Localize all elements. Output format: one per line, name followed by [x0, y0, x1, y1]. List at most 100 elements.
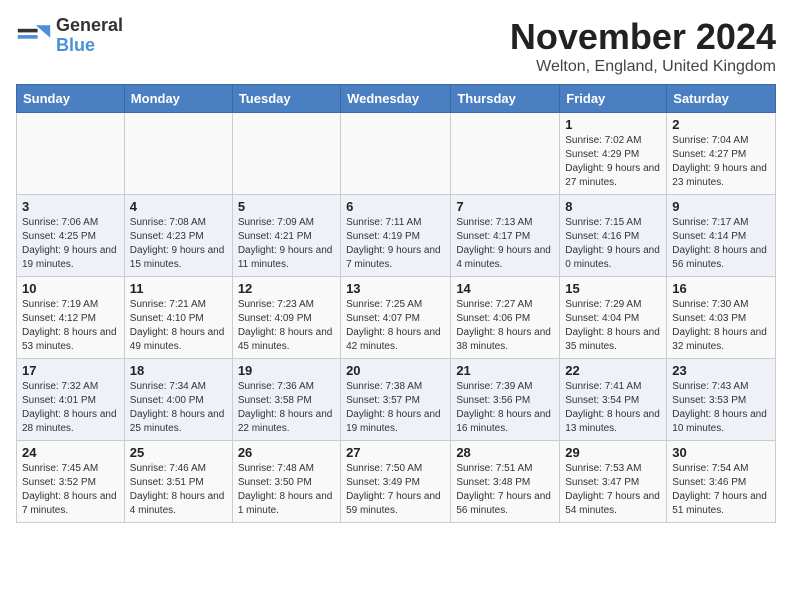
logo-text: General Blue [56, 16, 123, 56]
day-number: 18 [130, 363, 227, 378]
day-info: Sunrise: 7:06 AM Sunset: 4:25 PM Dayligh… [22, 216, 119, 272]
weekday-header-friday: Friday [560, 85, 667, 113]
calendar-cell: 30 Sunrise: 7:54 AM Sunset: 3:46 PM Dayli… [667, 441, 776, 523]
calendar-cell: 24Sunrise: 7:45 AM Sunset: 3:52 PM Dayli… [17, 441, 125, 523]
day-info: Sunrise: 7:17 AM Sunset: 4:14 PM Dayligh… [672, 216, 770, 272]
day-info: Sunrise: 7:08 AM Sunset: 4:23 PM Dayligh… [130, 216, 227, 272]
day-number: 11 [130, 281, 227, 296]
day-info: Sunrise: 7:19 AM Sunset: 4:12 PM Dayligh… [22, 298, 119, 354]
calendar-cell: 12 Sunrise: 7:23 AM Sunset: 4:09 PM Dayli… [232, 277, 340, 359]
calendar-cell: 26Sunrise: 7:48 AM Sunset: 3:50 PM Dayli… [232, 441, 340, 523]
day-number: 19 [238, 363, 335, 378]
calendar-cell: 11 Sunrise: 7:21 AM Sunset: 4:10 PM Dayli… [124, 277, 232, 359]
calendar-cell: 16 Sunrise: 7:30 AM Sunset: 4:03 PM Dayli… [667, 277, 776, 359]
day-number: 5 [238, 199, 335, 214]
day-number: 2 [672, 117, 770, 132]
weekday-header-monday: Monday [124, 85, 232, 113]
day-number: 29 [565, 445, 661, 460]
day-number: 3 [22, 199, 119, 214]
month-title: November 2024 [510, 16, 776, 58]
day-info: Sunrise: 7:38 AM Sunset: 3:57 PM Dayligh… [346, 380, 445, 436]
day-info: Sunrise: 7:53 AM Sunset: 3:47 PM Dayligh… [565, 462, 661, 518]
weekday-header-sunday: Sunday [17, 85, 125, 113]
calendar-cell: 9 Sunrise: 7:17 AM Sunset: 4:14 PM Daylig… [667, 195, 776, 277]
logo: General Blue [16, 16, 123, 56]
calendar-cell: 15 Sunrise: 7:29 AM Sunset: 4:04 PM Dayli… [560, 277, 667, 359]
calendar-table: SundayMondayTuesdayWednesdayThursdayFrid… [16, 84, 776, 523]
day-info: Sunrise: 7:34 AM Sunset: 4:00 PM Dayligh… [130, 380, 227, 436]
calendar-cell [341, 113, 451, 195]
day-number: 17 [22, 363, 119, 378]
day-number: 22 [565, 363, 661, 378]
calendar-cell: 21 Sunrise: 7:39 AM Sunset: 3:56 PM Dayli… [451, 359, 560, 441]
weekday-header-thursday: Thursday [451, 85, 560, 113]
day-info: Sunrise: 7:51 AM Sunset: 3:48 PM Dayligh… [456, 462, 554, 518]
day-info: Sunrise: 7:30 AM Sunset: 4:03 PM Dayligh… [672, 298, 770, 354]
day-number: 10 [22, 281, 119, 296]
calendar-cell: 7 Sunrise: 7:13 AM Sunset: 4:17 PM Daylig… [451, 195, 560, 277]
logo-icon [16, 18, 52, 54]
calendar-cell: 5 Sunrise: 7:09 AM Sunset: 4:21 PM Daylig… [232, 195, 340, 277]
day-info: Sunrise: 7:27 AM Sunset: 4:06 PM Dayligh… [456, 298, 554, 354]
calendar-cell [232, 113, 340, 195]
calendar-cell: 27 Sunrise: 7:50 AM Sunset: 3:49 PM Dayli… [341, 441, 451, 523]
day-number: 20 [346, 363, 445, 378]
calendar-cell: 18 Sunrise: 7:34 AM Sunset: 4:00 PM Dayli… [124, 359, 232, 441]
calendar-cell: 22Sunrise: 7:41 AM Sunset: 3:54 PM Dayli… [560, 359, 667, 441]
day-number: 8 [565, 199, 661, 214]
calendar-cell: 3 Sunrise: 7:06 AM Sunset: 4:25 PM Daylig… [17, 195, 125, 277]
day-info: Sunrise: 7:54 AM Sunset: 3:46 PM Dayligh… [672, 462, 770, 518]
day-number: 23 [672, 363, 770, 378]
day-number: 9 [672, 199, 770, 214]
calendar-cell: 10 Sunrise: 7:19 AM Sunset: 4:12 PM Dayli… [17, 277, 125, 359]
day-info: Sunrise: 7:50 AM Sunset: 3:49 PM Dayligh… [346, 462, 445, 518]
day-number: 27 [346, 445, 445, 460]
day-info: Sunrise: 7:46 AM Sunset: 3:51 PM Dayligh… [130, 462, 227, 518]
weekday-header-tuesday: Tuesday [232, 85, 340, 113]
day-number: 12 [238, 281, 335, 296]
calendar-cell [124, 113, 232, 195]
day-number: 21 [456, 363, 554, 378]
day-info: Sunrise: 7:21 AM Sunset: 4:10 PM Dayligh… [130, 298, 227, 354]
calendar-cell: 23Sunrise: 7:43 AM Sunset: 3:53 PM Dayli… [667, 359, 776, 441]
calendar-cell [17, 113, 125, 195]
day-number: 15 [565, 281, 661, 296]
day-number: 30 [672, 445, 770, 460]
day-info: Sunrise: 7:04 AM Sunset: 4:27 PM Dayligh… [672, 134, 770, 190]
day-number: 25 [130, 445, 227, 460]
day-number: 16 [672, 281, 770, 296]
calendar-cell [451, 113, 560, 195]
calendar-cell: 19 Sunrise: 7:36 AM Sunset: 3:58 PM Dayli… [232, 359, 340, 441]
title-area: November 2024 Welton, England, United Ki… [510, 16, 776, 76]
day-info: Sunrise: 7:29 AM Sunset: 4:04 PM Dayligh… [565, 298, 661, 354]
calendar-cell: 1 Sunrise: 7:02 AM Sunset: 4:29 PM Daylig… [560, 113, 667, 195]
calendar-cell: 4 Sunrise: 7:08 AM Sunset: 4:23 PM Daylig… [124, 195, 232, 277]
day-info: Sunrise: 7:36 AM Sunset: 3:58 PM Dayligh… [238, 380, 335, 436]
day-info: Sunrise: 7:23 AM Sunset: 4:09 PM Dayligh… [238, 298, 335, 354]
day-info: Sunrise: 7:32 AM Sunset: 4:01 PM Dayligh… [22, 380, 119, 436]
day-info: Sunrise: 7:02 AM Sunset: 4:29 PM Dayligh… [565, 134, 661, 190]
day-info: Sunrise: 7:13 AM Sunset: 4:17 PM Dayligh… [456, 216, 554, 272]
calendar-cell: 13 Sunrise: 7:25 AM Sunset: 4:07 PM Dayli… [341, 277, 451, 359]
day-number: 28 [456, 445, 554, 460]
calendar-cell: 8 Sunrise: 7:15 AM Sunset: 4:16 PM Daylig… [560, 195, 667, 277]
day-info: Sunrise: 7:15 AM Sunset: 4:16 PM Dayligh… [565, 216, 661, 272]
weekday-header-wednesday: Wednesday [341, 85, 451, 113]
day-info: Sunrise: 7:39 AM Sunset: 3:56 PM Dayligh… [456, 380, 554, 436]
day-number: 4 [130, 199, 227, 214]
weekday-header-saturday: Saturday [667, 85, 776, 113]
day-info: Sunrise: 7:48 AM Sunset: 3:50 PM Dayligh… [238, 462, 335, 518]
day-info: Sunrise: 7:09 AM Sunset: 4:21 PM Dayligh… [238, 216, 335, 272]
day-number: 1 [565, 117, 661, 132]
day-number: 24 [22, 445, 119, 460]
day-number: 13 [346, 281, 445, 296]
calendar-cell: 28 Sunrise: 7:51 AM Sunset: 3:48 PM Dayli… [451, 441, 560, 523]
day-number: 7 [456, 199, 554, 214]
calendar-cell: 20 Sunrise: 7:38 AM Sunset: 3:57 PM Dayli… [341, 359, 451, 441]
calendar-cell: 29 Sunrise: 7:53 AM Sunset: 3:47 PM Dayli… [560, 441, 667, 523]
header: General Blue November 2024 Welton, Engla… [16, 16, 776, 76]
location: Welton, England, United Kingdom [510, 58, 776, 76]
day-info: Sunrise: 7:25 AM Sunset: 4:07 PM Dayligh… [346, 298, 445, 354]
calendar-cell: 25 Sunrise: 7:46 AM Sunset: 3:51 PM Dayli… [124, 441, 232, 523]
calendar-cell: 6Sunrise: 7:11 AM Sunset: 4:19 PM Daylig… [341, 195, 451, 277]
